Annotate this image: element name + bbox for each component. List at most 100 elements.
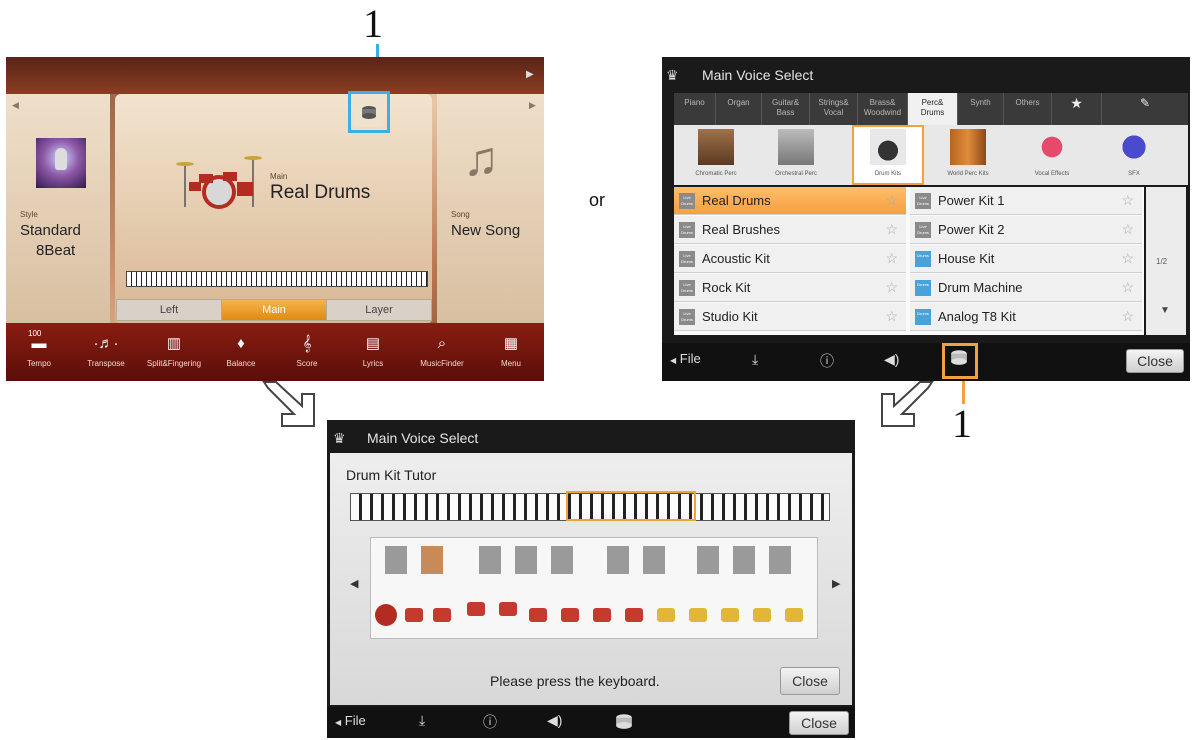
voice-name: Rock Kit [702, 280, 751, 295]
dock-transpose[interactable]: ·♬· Transpose [72, 323, 140, 381]
voice-row[interactable]: Live Drums Acoustic Kit ☆ [674, 245, 906, 273]
voice-row[interactable]: Drums Drum Machine ☆ [910, 274, 1142, 302]
drum-icon [616, 714, 632, 729]
edit-voice-icon[interactable]: ✎ [1102, 93, 1188, 125]
dock-balance-label: Balance [226, 359, 256, 368]
bottom-close-button[interactable]: Close [789, 711, 849, 735]
favorite-star-icon[interactable]: ★ [1052, 93, 1102, 125]
dock-split-fingering[interactable]: ▥ Split&Fingering [140, 323, 208, 381]
subcategory-world-perc-kits[interactable]: World Perc Kits [932, 125, 1004, 185]
dock-musicfinder[interactable]: ⌕ MusicFinder [406, 323, 478, 381]
dock-tempo[interactable]: ▬ Tempo [6, 323, 72, 381]
scroll-right-icon[interactable]: ▶ [832, 577, 840, 590]
close-button[interactable]: Close [1126, 349, 1184, 373]
category-tab-strings-vocal[interactable]: Strings& Vocal [810, 93, 858, 125]
drum-kit-icon [176, 156, 262, 209]
star-icon[interactable]: ☆ [885, 221, 898, 238]
shaker-icon [769, 546, 791, 574]
category-label: Piano [684, 98, 705, 107]
part-tabs: Left Main Layer [116, 299, 432, 321]
part-tab-layer[interactable]: Layer [326, 299, 432, 321]
category-tab-piano[interactable]: Piano [674, 93, 716, 125]
dock-balance[interactable]: ♦ Balance [208, 323, 274, 381]
musicfinder-icon: ⌕ [437, 335, 447, 352]
dock-lyrics[interactable]: ▤ Lyrics [340, 323, 406, 381]
category-label: Organ [727, 98, 750, 107]
tutor-prompt: Please press the keyboard. [490, 673, 660, 689]
part-tab-left[interactable]: Left [116, 299, 222, 321]
drums-badge: Drums [915, 280, 931, 296]
page-scroll[interactable]: 1/2 ▼ [1146, 187, 1186, 335]
star-icon[interactable]: ☆ [1121, 279, 1134, 296]
arrow-down-left-icon [881, 381, 934, 427]
file-button[interactable]: ◀ File [335, 713, 366, 728]
volume-icon[interactable]: ◀) [547, 712, 562, 729]
star-icon[interactable]: ☆ [885, 192, 898, 209]
keyboard-header-icon: ♛ [666, 67, 679, 83]
category-tab-guitar-bass[interactable]: Guitar& Bass [762, 93, 810, 125]
dock-transpose-label: Transpose [87, 359, 125, 368]
home-dock: 100 ▬ Tempo ·♬· Transpose ▥ Split&Fingering… [6, 323, 544, 381]
main-voice-name: Real Drums [270, 182, 371, 203]
file-button[interactable]: ◀ File [670, 351, 701, 366]
scroll-left-icon[interactable]: ◀ [12, 100, 19, 111]
drum-assignment-grid [370, 537, 818, 639]
subcategory-sfx[interactable]: SFX [1098, 125, 1170, 185]
star-icon[interactable]: ☆ [1121, 250, 1134, 267]
save-icon[interactable]: ⤓ [752, 351, 758, 368]
star-icon[interactable]: ☆ [1121, 221, 1134, 238]
drum-pad-icon [593, 608, 611, 622]
voice-name: Real Drums [702, 193, 771, 208]
dock-menu[interactable]: ▦ Menu [478, 323, 544, 381]
cymbal-pad-icon [753, 608, 771, 622]
category-label: Strings& [818, 98, 849, 107]
scroll-left-icon[interactable]: ◀ [350, 577, 358, 590]
star-icon[interactable]: ☆ [1121, 308, 1134, 325]
drum-pad-icon [625, 608, 643, 622]
voice-name: Real Brushes [702, 222, 781, 237]
hand-icon [421, 546, 443, 574]
star-icon[interactable]: ☆ [885, 250, 898, 267]
style-panel[interactable]: ◀ Style Standard 8Beat [6, 94, 110, 324]
star-icon[interactable]: ☆ [885, 279, 898, 296]
voice-name: House Kit [938, 251, 995, 266]
subcategory-chromatic-perc[interactable]: Chromatic Perc [680, 125, 752, 185]
voice-row[interactable]: Live Drums Studio Kit ☆ [674, 303, 906, 331]
song-panel[interactable]: ▶ ♫ Song New Song [437, 94, 544, 324]
category-tab-organ[interactable]: Organ [716, 93, 762, 125]
star-icon[interactable]: ☆ [1121, 192, 1134, 209]
voice-select-title: Main Voice Select [702, 67, 814, 83]
song-name: New Song [451, 222, 521, 239]
voice-row[interactable]: Live Drums Power Kit 2 ☆ [910, 216, 1142, 244]
file-label: File [344, 713, 366, 728]
info-icon[interactable]: ⓘ [820, 351, 834, 371]
voice-row[interactable]: Live Drums Real Drums ☆ [674, 187, 906, 215]
category-tab-perc-drums[interactable]: Perc& Drums [908, 93, 958, 125]
voice-row[interactable]: Live Drums Power Kit 1 ☆ [910, 187, 1142, 215]
kick-drum-icon [375, 604, 397, 626]
part-tab-main[interactable]: Main [221, 299, 327, 321]
scroll-right-small-icon[interactable]: ▶ [529, 100, 536, 111]
voice-row[interactable]: Drums Analog T8 Kit ☆ [910, 303, 1142, 331]
drum-kit-tutor-button[interactable] [615, 713, 633, 732]
voice-row[interactable]: Drums House Kit ☆ [910, 245, 1142, 273]
star-icon[interactable]: ☆ [885, 308, 898, 325]
tutor-close-button[interactable]: Close [780, 667, 840, 695]
volume-icon[interactable]: ◀) [884, 351, 899, 368]
live-drums-badge: Live Drums [679, 222, 695, 238]
category-tab-others[interactable]: Others [1004, 93, 1052, 125]
voice-row[interactable]: Live Drums Rock Kit ☆ [674, 274, 906, 302]
subcategory-orchestral-perc[interactable]: Orchestral Perc [760, 125, 832, 185]
info-icon[interactable]: ⓘ [483, 712, 497, 732]
scroll-down-icon[interactable]: ▼ [1160, 305, 1170, 316]
scroll-right-icon[interactable]: ▶ [526, 69, 534, 80]
subcategory-vocal-effects[interactable]: Vocal Effects [1016, 125, 1088, 185]
save-icon[interactable]: ⤓ [419, 712, 425, 729]
dock-score[interactable]: 𝄞 Score [274, 323, 340, 381]
category-tab-brass-woodwind[interactable]: Brass& Woodwind [858, 93, 908, 125]
subcategory-drum-kits[interactable]: Drum Kits [852, 125, 924, 185]
category-tab-synth[interactable]: Synth [958, 93, 1004, 125]
cymbal-pad-icon [785, 608, 803, 622]
transpose-icon: ·♬· [93, 335, 119, 352]
voice-row[interactable]: Live Drums Real Brushes ☆ [674, 216, 906, 244]
